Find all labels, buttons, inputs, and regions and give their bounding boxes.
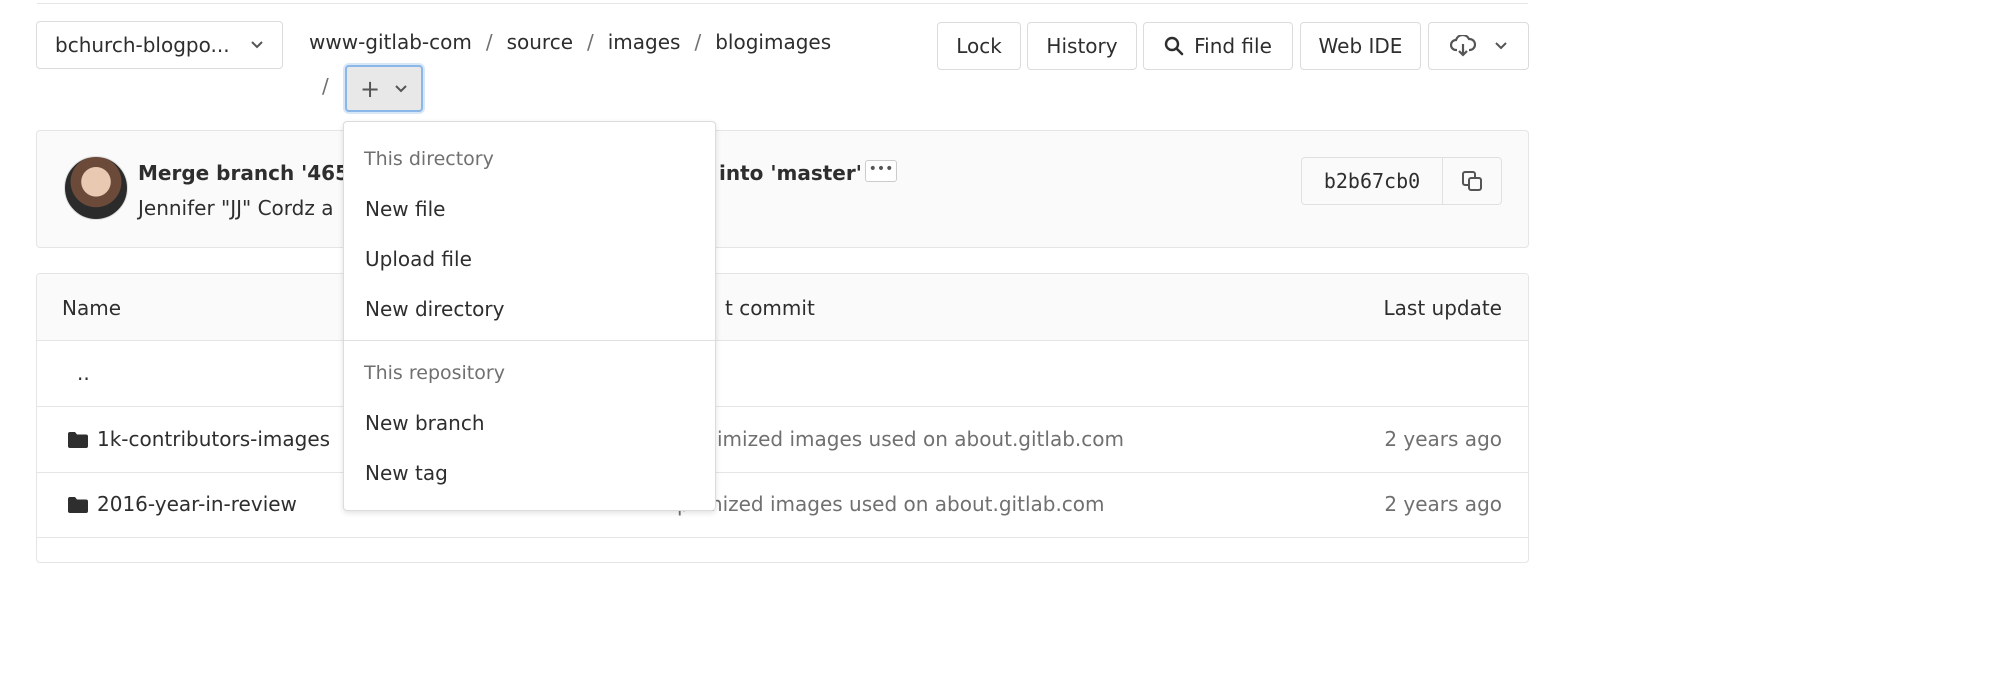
cloud-download-icon — [1449, 35, 1476, 57]
menu-item-new-file[interactable]: New file — [365, 197, 445, 221]
expand-commit-button[interactable]: ••• — [865, 160, 897, 182]
copy-icon — [1462, 171, 1482, 191]
history-button-label: History — [1046, 34, 1118, 58]
commit-author: Jennifer "JJ" Cordz a — [138, 196, 334, 220]
breadcrumb-separator: / — [694, 30, 702, 54]
last-update-cell: 2 years ago — [1384, 492, 1502, 516]
folder-icon — [68, 432, 88, 448]
avatar[interactable] — [64, 156, 128, 220]
find-file-label: Find file — [1194, 34, 1272, 58]
menu-item-new-directory[interactable]: New directory — [365, 297, 504, 321]
menu-section-header: This repository — [364, 362, 505, 384]
file-tree-table: Name t commit Last update .. 1k-contribu… — [36, 273, 1529, 563]
menu-item-new-branch[interactable]: New branch — [365, 411, 485, 435]
table-row[interactable]: 1k-contributors-images imized images use… — [37, 407, 1528, 473]
breadcrumb-blogimages[interactable]: blogimages — [715, 30, 831, 54]
table-header: Name t commit Last update — [37, 274, 1528, 341]
menu-item-new-tag[interactable]: New tag — [365, 461, 448, 485]
find-file-button[interactable]: Find file — [1143, 22, 1293, 70]
search-icon — [1164, 36, 1184, 56]
web-ide-button[interactable]: Web IDE — [1300, 22, 1421, 70]
menu-section-header: This directory — [364, 148, 494, 170]
last-update-cell: 2 years ago — [1384, 427, 1502, 451]
file-name-cell[interactable]: 1k-contributors-images — [67, 427, 330, 451]
commit-message-cell[interactable]: imized images used on about.gitlab.com — [717, 427, 1124, 451]
commit-title-end[interactable]: into 'master' — [719, 161, 862, 185]
copy-sha-button[interactable] — [1443, 158, 1501, 204]
chevron-down-icon — [395, 84, 407, 92]
table-row[interactable]: 2016-year-in-review ptimized images used… — [37, 472, 1528, 538]
commit-sha-group: b2b67cb0 — [1301, 157, 1502, 205]
commit-title[interactable]: Merge branch '4659 — [138, 161, 363, 185]
chevron-down-icon — [1494, 42, 1507, 50]
header-name: Name — [62, 296, 122, 320]
breadcrumb-project[interactable]: www-gitlab-com — [309, 30, 472, 54]
top-divider — [37, 3, 1528, 4]
lock-button-label: Lock — [956, 34, 1002, 58]
breadcrumb-source[interactable]: source — [507, 30, 573, 54]
branch-selector[interactable]: bchurch-blogpo... — [36, 21, 283, 69]
breadcrumb-separator: / — [322, 74, 329, 98]
plus-icon: + — [359, 74, 381, 103]
history-button[interactable]: History — [1027, 22, 1137, 70]
folder-icon — [68, 497, 88, 513]
table-row-parent[interactable]: .. — [37, 341, 1528, 407]
header-last-update: Last update — [1383, 296, 1503, 320]
lock-button[interactable]: Lock — [937, 22, 1021, 70]
web-ide-label: Web IDE — [1318, 34, 1403, 58]
file-name[interactable]: 1k-contributors-images — [97, 427, 330, 451]
chevron-down-icon — [251, 41, 263, 49]
breadcrumb: www-gitlab-com / source / images / blogimages — [309, 30, 831, 54]
header-last-commit: t commit — [725, 296, 815, 320]
breadcrumb-separator: / — [587, 30, 594, 54]
commit-sha[interactable]: b2b67cb0 — [1302, 158, 1443, 204]
add-dropdown-menu: This directory New file Upload file New … — [343, 121, 716, 511]
commit-message-cell[interactable]: ptimized images used on about.gitlab.com — [677, 492, 1105, 516]
add-to-tree-dropdown[interactable]: + — [345, 65, 423, 112]
menu-divider — [344, 340, 715, 341]
breadcrumb-images[interactable]: images — [608, 30, 681, 54]
file-name-cell[interactable]: 2016-year-in-review — [67, 492, 297, 516]
branch-label: bchurch-blogpo... — [55, 33, 230, 57]
parent-dir-link[interactable]: .. — [77, 361, 90, 385]
menu-item-upload-file[interactable]: Upload file — [365, 247, 472, 271]
file-name[interactable]: 2016-year-in-review — [97, 492, 297, 516]
last-commit-panel: Merge branch '4659 into 'master' ••• Jen… — [36, 130, 1529, 248]
download-dropdown[interactable] — [1428, 22, 1529, 70]
breadcrumb-separator: / — [485, 30, 493, 54]
